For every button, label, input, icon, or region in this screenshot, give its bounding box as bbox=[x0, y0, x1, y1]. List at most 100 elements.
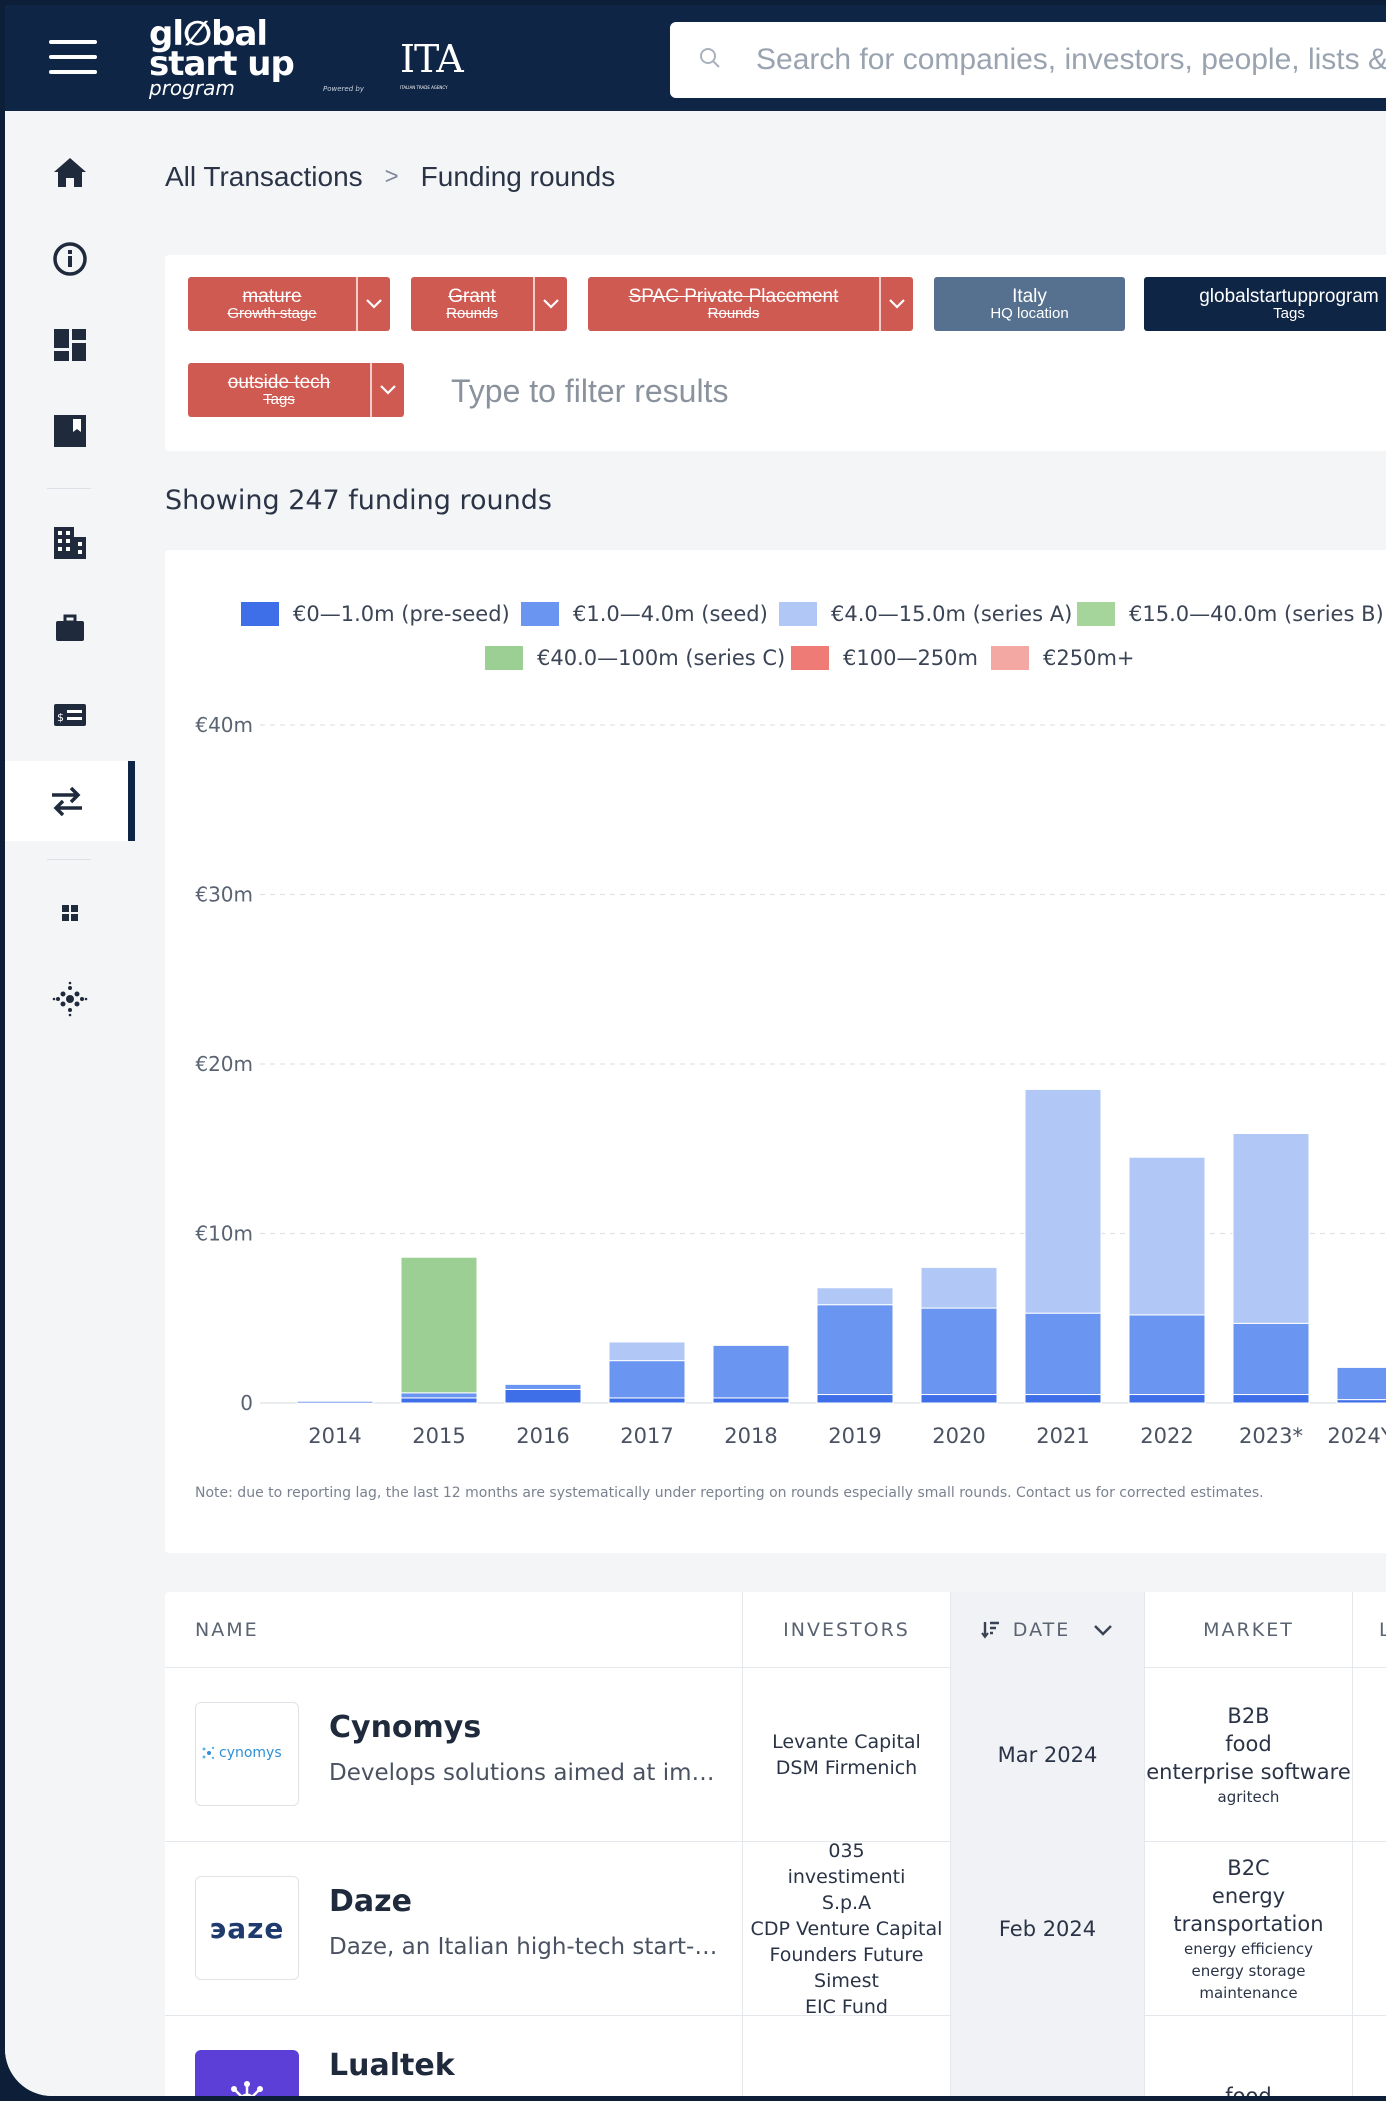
chevron-down-icon[interactable] bbox=[370, 363, 404, 417]
companies-icon bbox=[54, 527, 86, 559]
bar-segment bbox=[1128, 1156, 1206, 1316]
nav-funding[interactable]: $ bbox=[5, 675, 135, 755]
nav-divider bbox=[47, 859, 91, 860]
date-cell: Jan 2024 bbox=[951, 2016, 1145, 2096]
breadcrumb: All Transactions > Funding rounds bbox=[165, 161, 615, 193]
filter-results-input[interactable] bbox=[451, 369, 1151, 413]
company-logo[interactable]: cynomys bbox=[195, 1702, 299, 1806]
filter-chip-growth-stage[interactable]: mature Growth stage bbox=[188, 277, 390, 331]
chip-label: outside tech bbox=[227, 372, 331, 393]
chevron-down-icon[interactable] bbox=[356, 277, 390, 331]
nav-bookmarks[interactable] bbox=[5, 391, 135, 471]
investor-name[interactable]: Simest bbox=[814, 1968, 879, 1994]
nav-divider bbox=[47, 488, 91, 489]
investor-name[interactable]: Founders Future bbox=[770, 1942, 924, 1968]
investor-name[interactable]: DSM Firmenich bbox=[776, 1755, 917, 1781]
nav-dashboard[interactable] bbox=[5, 305, 135, 385]
bar-segment bbox=[816, 1287, 894, 1306]
search-input[interactable] bbox=[756, 34, 1386, 86]
bar-segment bbox=[608, 1360, 686, 1399]
nav-apps[interactable] bbox=[5, 873, 135, 953]
chip-label: Grant bbox=[448, 286, 496, 307]
y-tick-label: €10m bbox=[195, 1222, 253, 1246]
chevron-down-icon[interactable] bbox=[533, 277, 567, 331]
table-row[interactable]: cynomys Cynomys Develops solutions aimed… bbox=[165, 1668, 1386, 1842]
filter-chip-rounds-grant[interactable]: Grant Rounds bbox=[411, 277, 567, 331]
nav-info[interactable] bbox=[5, 219, 135, 299]
nav-companies[interactable] bbox=[5, 503, 135, 583]
bar-segment bbox=[1024, 1312, 1102, 1396]
global-startup-program-logo[interactable]: gl∅bal start up program bbox=[149, 17, 295, 98]
market-subtag: energy efficiency bbox=[1183, 1940, 1314, 1958]
menu-icon[interactable] bbox=[49, 40, 97, 76]
powered-by-label: Powered by bbox=[323, 85, 364, 93]
y-tick-label: 0 bbox=[240, 1391, 253, 1415]
sidebar: $ bbox=[5, 111, 135, 2096]
company-logo[interactable] bbox=[195, 2050, 299, 2096]
bar-segment bbox=[296, 1400, 374, 1404]
svg-text:$: $ bbox=[57, 711, 64, 724]
filters-panel: mature Growth stage Grant Rounds SPAC Priv… bbox=[165, 255, 1386, 451]
filter-chip-hq-location[interactable]: Italy HQ location bbox=[934, 277, 1125, 331]
bar-segment bbox=[1336, 1399, 1386, 1404]
market-cell: food bbox=[1145, 2016, 1353, 2096]
y-tick-label: €20m bbox=[195, 1052, 253, 1076]
funding-chart-card: €0—1.0m (pre-seed) €1.0—4.0m (seed) €4.0… bbox=[165, 550, 1386, 1553]
bar-segment bbox=[1336, 1366, 1386, 1401]
column-header-name[interactable]: NAME bbox=[165, 1592, 743, 1668]
network-icon bbox=[52, 981, 88, 1017]
investors-cell: Levante Capital DSM Firmenich bbox=[743, 1668, 951, 1842]
investors-cell bbox=[743, 2016, 951, 2096]
filter-chip-tags-outside-tech[interactable]: outside tech Tags bbox=[188, 363, 404, 417]
bar-segment bbox=[712, 1344, 790, 1399]
bar-segment bbox=[608, 1397, 686, 1404]
market-cell: B2C energy transportation energy efficie… bbox=[1145, 1842, 1353, 2016]
bar-segment bbox=[400, 1256, 478, 1394]
company-logo[interactable]: эaze bbox=[195, 1876, 299, 1980]
chevron-down-icon[interactable] bbox=[879, 277, 913, 331]
home-icon bbox=[54, 158, 86, 187]
company-name[interactable]: Daze bbox=[329, 1884, 412, 1919]
nav-investors[interactable] bbox=[5, 589, 135, 669]
column-header-investors[interactable]: INVESTORS bbox=[743, 1592, 951, 1668]
market-tag: energy bbox=[1211, 1884, 1286, 1908]
bar-segment bbox=[1232, 1132, 1310, 1324]
search-bar[interactable] bbox=[670, 22, 1386, 98]
bar-segment bbox=[1024, 1394, 1102, 1404]
bookmark-icon bbox=[54, 415, 86, 447]
table-row[interactable]: Lualtek Jan 2024 food bbox=[165, 2016, 1386, 2096]
breadcrumb-all-transactions[interactable]: All Transactions bbox=[165, 161, 363, 193]
nav-transactions[interactable] bbox=[5, 761, 135, 841]
search-icon bbox=[700, 48, 720, 68]
investor-name[interactable]: 035 investimenti S.p.A bbox=[767, 1838, 927, 1916]
breadcrumb-separator: > bbox=[384, 163, 399, 190]
table-header: NAME INVESTORS DATE MARKET L bbox=[165, 1592, 1386, 1668]
chip-type: Tags bbox=[1273, 305, 1305, 322]
x-tick-label: 2021 bbox=[1036, 1424, 1089, 1448]
column-header-market[interactable]: MARKET bbox=[1145, 1592, 1353, 1668]
chevron-down-icon[interactable] bbox=[1092, 1623, 1114, 1637]
chip-type: HQ location bbox=[990, 305, 1069, 322]
bar-segment bbox=[816, 1304, 894, 1396]
cynomys-logo: cynomys bbox=[202, 1745, 282, 1761]
table-row[interactable]: эaze Daze Daze, an Italian high-tech sta… bbox=[165, 1840, 1386, 2018]
x-tick-label: 2020 bbox=[932, 1424, 985, 1448]
dashboard-icon bbox=[54, 329, 86, 361]
transactions-icon bbox=[51, 786, 82, 817]
bar-segment bbox=[920, 1266, 998, 1309]
column-header-location[interactable]: L bbox=[1353, 1592, 1386, 1668]
x-tick-label: 2018 bbox=[724, 1424, 777, 1448]
filter-chip-tags-globalstartupprogram[interactable]: globalstartupprogram Tags bbox=[1144, 277, 1386, 331]
bar-segment bbox=[504, 1383, 582, 1390]
investor-name[interactable]: CDP Venture Capital bbox=[751, 1916, 943, 1942]
y-tick-label: €40m bbox=[195, 713, 253, 737]
market-subtag: maintenance bbox=[1199, 1984, 1298, 2002]
nav-home[interactable] bbox=[5, 133, 135, 213]
company-name[interactable]: Lualtek bbox=[329, 2048, 455, 2083]
investor-name[interactable]: Levante Capital bbox=[772, 1729, 921, 1755]
nav-network[interactable] bbox=[5, 959, 135, 1039]
company-name[interactable]: Cynomys bbox=[329, 1710, 481, 1745]
ita-subtitle: ITALIAN TRADE AGENCY bbox=[400, 85, 448, 90]
filter-chip-rounds-spac[interactable]: SPAC Private Placement Rounds bbox=[588, 277, 913, 331]
column-header-date[interactable]: DATE bbox=[951, 1592, 1145, 1668]
